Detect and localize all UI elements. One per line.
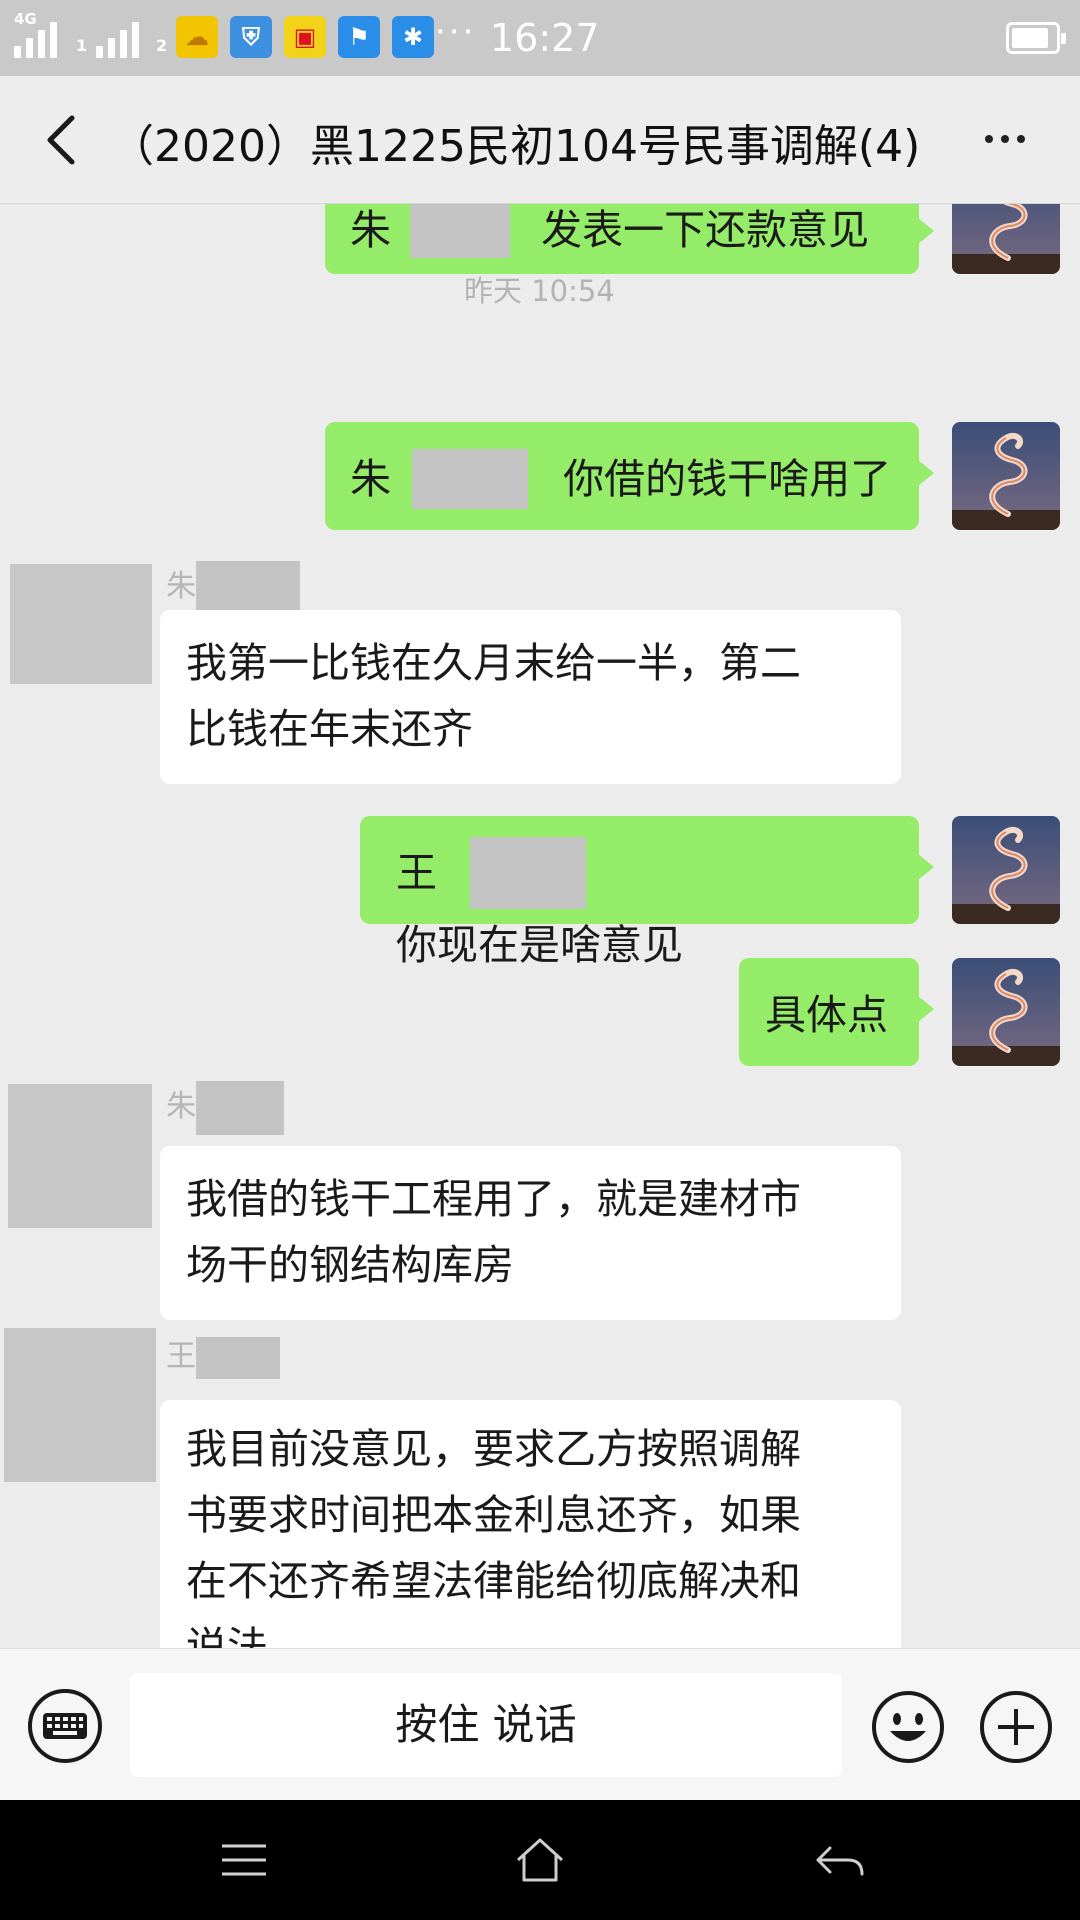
redacted-name xyxy=(196,1080,284,1135)
plus-circle-icon xyxy=(980,1691,1052,1763)
message-text: 发表一下还款意见 xyxy=(541,206,870,254)
flag-icon: ⚑ xyxy=(338,16,380,58)
message-text-line: 说法 xyxy=(186,1623,268,1648)
message-text-prefix: 朱 xyxy=(350,455,391,503)
message-text-line: 我借的钱干工程用了，就是建材市 xyxy=(186,1175,801,1223)
keyboard-icon xyxy=(43,1713,87,1739)
avatar-image xyxy=(952,958,1060,1066)
avatar-self[interactable] xyxy=(952,204,1060,274)
menu-icon xyxy=(222,1844,266,1876)
more-options-button[interactable] xyxy=(972,106,1038,172)
message-text-line: 在不还齐希望法律能给彻底解决和 xyxy=(186,1557,801,1605)
message-text: 你借的钱干啥用了 xyxy=(563,455,892,503)
message-text-line: 书要求时间把本金利息还齐，如果 xyxy=(186,1491,801,1539)
message-text: 具体点 xyxy=(765,991,888,1039)
message-text-prefix: 朱 xyxy=(350,206,391,254)
message-bubble-incoming[interactable]: 我第一比钱在久月末给一半，第二 比钱在年末还齐 xyxy=(160,610,901,784)
avatar-image xyxy=(952,816,1060,924)
redacted-name xyxy=(196,1336,280,1379)
message-bubble-outgoing[interactable]: 王 你现在是啥意见 xyxy=(360,816,934,969)
smiley-icon xyxy=(872,1691,944,1763)
chat-title: （2020）黑1225民初104号民事调解(4) xyxy=(110,121,921,172)
sim2-label: 2 xyxy=(156,36,168,55)
redacted-name xyxy=(470,837,587,909)
avatar-image xyxy=(952,204,1060,274)
shield-icon: ⛨ xyxy=(230,16,272,58)
battery-level xyxy=(1012,28,1048,48)
message-bubble-outgoing[interactable]: 朱 发表一下还款意见 xyxy=(325,204,934,274)
message-bubble-outgoing[interactable]: 朱 你借的钱干啥用了 xyxy=(325,422,934,530)
home-icon xyxy=(516,1838,564,1882)
car-icon: ▣ xyxy=(284,16,326,58)
redacted-name xyxy=(412,449,529,509)
message-text-line: 我第一比钱在久月末给一半，第二 xyxy=(186,639,801,687)
signal-icon-sim1 xyxy=(14,14,57,58)
sim1-label: 1 xyxy=(76,36,88,55)
sender-name: 王 xyxy=(166,1330,280,1384)
redacted-name xyxy=(196,560,300,615)
hold-to-talk-button[interactable]: 按住 说话 xyxy=(130,1673,842,1777)
weather-icon: ☁ xyxy=(176,16,218,58)
signal-icon-sim2 xyxy=(96,14,139,58)
more-notifications-icon: ··· xyxy=(435,12,477,52)
notification-icons: ☁ ⛨ ▣ ⚑ ✱ xyxy=(176,16,434,58)
avatar-other[interactable] xyxy=(4,1328,156,1482)
emoji-button[interactable] xyxy=(870,1689,946,1765)
message-bubble-incoming[interactable]: 我借的钱干工程用了，就是建材市 场干的钢结构库房 xyxy=(160,1146,901,1320)
status-bar: 4G 1 2 ☁ ⛨ ▣ ⚑ ✱ ··· 16:27 xyxy=(0,0,1080,76)
redacted-name xyxy=(410,204,511,258)
chat-header: （2020）黑1225民初104号民事调解(4) xyxy=(0,76,1080,204)
chat-input-bar: 按住 说话 xyxy=(0,1648,1080,1800)
home-button[interactable] xyxy=(510,1830,570,1890)
message-text-line: 场干的钢结构库房 xyxy=(186,1241,514,1289)
menu-button[interactable] xyxy=(214,1830,274,1890)
more-functions-button[interactable] xyxy=(978,1689,1054,1765)
clock: 16:27 xyxy=(490,16,600,60)
avatar-other[interactable] xyxy=(10,564,152,684)
more-dots-icon xyxy=(985,135,993,143)
sender-name: 朱 xyxy=(166,560,300,615)
chevron-left-icon xyxy=(47,115,75,165)
avatar-other[interactable] xyxy=(8,1084,152,1228)
message-bubble-outgoing[interactable]: 具体点 xyxy=(739,958,934,1066)
avatar-self[interactable] xyxy=(952,816,1060,924)
message-text-line: 比钱在年末还齐 xyxy=(186,705,473,753)
message-text: 你现在是啥意见 xyxy=(396,921,683,969)
message-text-line: 我目前没意见，要求乙方按照调解 xyxy=(186,1425,801,1473)
message-timestamp: 昨天 10:54 xyxy=(464,274,615,308)
avatar-self[interactable] xyxy=(952,958,1060,1066)
back-button[interactable] xyxy=(26,104,98,176)
avatar-self[interactable] xyxy=(952,422,1060,530)
battery-icon xyxy=(1006,22,1066,54)
system-back-button[interactable] xyxy=(810,1830,870,1890)
sender-name: 朱 xyxy=(166,1080,284,1135)
message-text-prefix: 王 xyxy=(396,849,437,897)
avatar-image xyxy=(952,422,1060,530)
snowflake-icon: ✱ xyxy=(392,16,434,58)
chat-message-list[interactable]: 朱 发表一下还款意见 昨天 10:54 朱 你借的钱干啥用了 朱 我第一比钱在久 xyxy=(0,204,1080,1648)
back-arrow-icon xyxy=(816,1846,864,1876)
system-nav-bar xyxy=(0,1800,1080,1920)
keyboard-toggle-button[interactable] xyxy=(28,1689,102,1763)
message-bubble-incoming[interactable]: 我目前没意见，要求乙方按照调解 书要求时间把本金利息还齐，如果 在不还齐希望法律… xyxy=(160,1400,901,1648)
